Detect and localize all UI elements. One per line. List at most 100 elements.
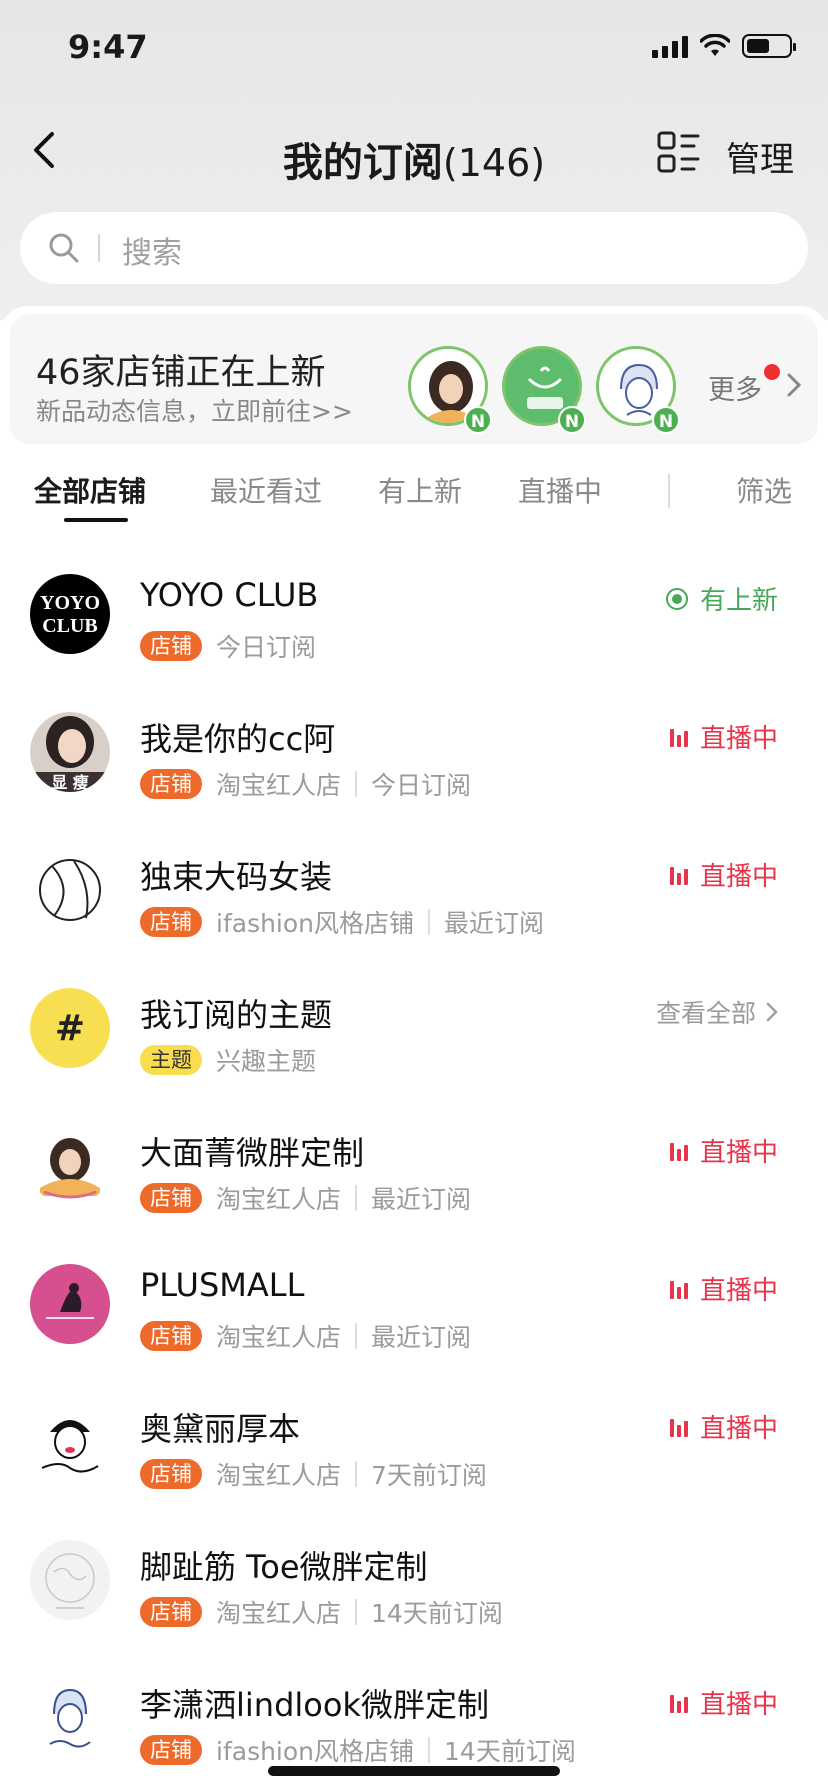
live-bars-icon (669, 1141, 688, 1161)
shop-meta: 店铺 淘宝红人店 最近订阅 (140, 1180, 471, 1216)
plusmall-logo-icon (46, 1283, 94, 1319)
lindlook-logo-icon (49, 1688, 91, 1748)
hashtag-avatar: # (30, 988, 110, 1068)
meta-separator (428, 909, 431, 935)
lindlook-avatar (30, 1678, 110, 1758)
shop-name: PLUSMALL (140, 1266, 305, 1304)
shop-category: 淘宝红人店 (216, 1323, 342, 1352)
meta-separator (355, 1323, 358, 1349)
shop-meta: 店铺 淘宝红人店 14天前订阅 (140, 1594, 503, 1630)
tab-all-shops[interactable]: 全部店铺 (34, 470, 146, 510)
portrait-avatar: 显 瘦 (30, 712, 110, 792)
subscribe-time: 最近订阅 (444, 909, 545, 938)
tab-live[interactable]: 直播中 (518, 470, 602, 510)
subscribe-time: 今日订阅 (371, 771, 472, 800)
subscribe-time: 14天前订阅 (444, 1737, 576, 1766)
topic-meta: 主题 兴趣主题 (140, 1042, 316, 1078)
svg-text:#: # (55, 1008, 85, 1049)
list-item[interactable]: 独束大码女装 店铺 ifashion风格店铺 最近订阅 直播中 (0, 832, 828, 970)
shop-name: YOYO CLUB (140, 576, 319, 614)
tab-recently-viewed[interactable]: 最近看过 (210, 470, 322, 510)
chevron-right-icon (766, 1002, 778, 1022)
search-input[interactable]: 搜索 (20, 212, 808, 284)
list-item[interactable]: YOYO CLUB YOYO CLUB 店铺 今日订阅 有上新 (0, 556, 828, 694)
svg-text:CLUB: CLUB (42, 615, 98, 637)
shop-name: 大面菁微胖定制 (140, 1134, 365, 1172)
active-tab-underline (64, 518, 128, 522)
chevron-right-icon[interactable] (786, 372, 802, 398)
status-label: 直播中 (699, 724, 778, 754)
status-live[interactable]: 直播中 (669, 1408, 778, 1445)
view-all-button[interactable]: 查看全部 (656, 994, 778, 1030)
shop-tag: 店铺 (140, 1459, 202, 1489)
subscription-count: (146) (442, 141, 546, 185)
illustrated-girl-avatar (30, 1126, 110, 1206)
status-label: 直播中 (699, 1414, 778, 1444)
meta-separator (428, 1737, 431, 1763)
home-indicator[interactable] (268, 1766, 560, 1776)
yoyo-club-avatar: YOYO CLUB (30, 574, 110, 654)
shop-category: 淘宝红人店 (216, 1461, 342, 1490)
manage-list-icon[interactable] (656, 130, 702, 174)
new-badge: N (652, 406, 680, 434)
ball-line-avatar (30, 850, 110, 930)
new-arrivals-banner[interactable]: 46家店铺正在上新 新品动态信息，立即前往>> N N N 更多 (10, 314, 818, 444)
filter-tabs: 全部店铺 最近看过 有上新 直播中 筛选 (0, 470, 828, 530)
list-item[interactable]: # 我订阅的主题 主题 兴趣主题 查看全部 (0, 970, 828, 1108)
wifi-icon (700, 34, 730, 56)
list-item[interactable]: 脚趾筋 Toe微胖定制 店铺 淘宝红人店 14天前订阅 (0, 1522, 828, 1660)
shop-category: 淘宝红人店 (216, 1599, 342, 1628)
page-title: 我的订阅(146) (0, 130, 828, 188)
new-arrivals-icon (665, 587, 688, 610)
shop-category: ifashion风格店铺 (216, 1737, 415, 1766)
shop-tag: 店铺 (140, 1735, 202, 1765)
list-item[interactable]: 大面菁微胖定制 店铺 淘宝红人店 最近订阅 直播中 (0, 1108, 828, 1246)
tab-divider (668, 474, 670, 508)
status-label: 直播中 (699, 1276, 778, 1306)
svg-text:YOYO: YOYO (40, 592, 100, 614)
battery-level (747, 39, 769, 53)
shop-category: ifashion风格店铺 (216, 909, 415, 938)
shop-name: 脚趾筋 Toe微胖定制 (140, 1548, 428, 1586)
list-item[interactable]: PLUSMALL 店铺 淘宝红人店 最近订阅 直播中 (0, 1246, 828, 1384)
shop-tag: 店铺 (140, 631, 202, 661)
shop-tag: 店铺 (140, 1183, 202, 1213)
status-live[interactable]: 直播中 (669, 718, 778, 755)
subscribe-time: 最近订阅 (371, 1185, 472, 1214)
shop-meta: 店铺 ifashion风格店铺 最近订阅 (140, 904, 544, 940)
manage-button[interactable]: 管理 (726, 132, 794, 181)
shop-name: 奥黛丽厚本 (140, 1410, 301, 1448)
meta-separator (355, 771, 358, 797)
list-item[interactable]: 显 瘦 我是你的cc阿 店铺 淘宝红人店 今日订阅 直播中 (0, 694, 828, 832)
hashtag-icon: # (55, 1008, 85, 1049)
live-bars-icon (669, 1693, 688, 1713)
subscribe-time: 7天前订阅 (371, 1461, 487, 1490)
status-live[interactable]: 直播中 (669, 1684, 778, 1721)
promo-title: 46家店铺正在上新 (36, 353, 326, 393)
status-live[interactable]: 直播中 (669, 856, 778, 893)
status-new-arrivals[interactable]: 有上新 (665, 580, 778, 617)
shop-category: 淘宝红人店 (216, 1185, 342, 1214)
ball-line-logo-icon (39, 859, 101, 921)
subscribe-time: 今日订阅 (216, 633, 317, 662)
search-icon (49, 233, 79, 263)
live-bars-icon (669, 865, 688, 885)
shop-tag: 店铺 (140, 769, 202, 799)
more-button[interactable]: 更多 (708, 368, 762, 407)
search-placeholder: 搜索 (122, 236, 182, 271)
shop-category: 淘宝红人店 (216, 771, 342, 800)
yoyo-club-logo-icon: YOYO CLUB (40, 592, 100, 637)
status-live[interactable]: 直播中 (669, 1132, 778, 1169)
live-bars-icon (669, 1279, 688, 1299)
shop-meta: 店铺 淘宝红人店 最近订阅 (140, 1318, 471, 1354)
topic-category: 兴趣主题 (216, 1047, 317, 1076)
live-bars-icon (669, 727, 688, 747)
avatar-caption: 显 瘦 (51, 773, 89, 792)
shop-meta: 店铺 ifashion风格店铺 14天前订阅 (140, 1732, 576, 1768)
status-live[interactable]: 直播中 (669, 1270, 778, 1307)
status-label: 直播中 (699, 1138, 778, 1168)
tab-filter[interactable]: 筛选 (736, 470, 792, 510)
tab-new-arrivals[interactable]: 有上新 (378, 470, 462, 510)
shop-tag: 店铺 (140, 1321, 202, 1351)
list-item[interactable]: 奥黛丽厚本 店铺 淘宝红人店 7天前订阅 直播中 (0, 1384, 828, 1522)
